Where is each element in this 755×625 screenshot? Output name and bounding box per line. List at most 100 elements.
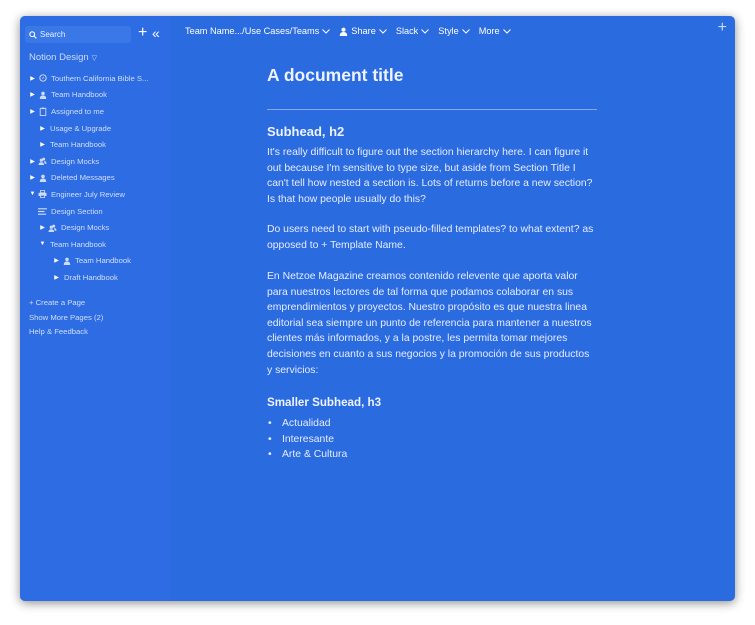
sidebar-item-label: Touthern California Bible S... [51, 73, 149, 83]
expand-toggle-icon[interactable]: ▶ [52, 274, 61, 281]
sidebar-item[interactable]: ▶ Team Handbook [20, 253, 170, 270]
share-label: Share [351, 26, 376, 36]
sidebar-item[interactable]: ▼ Engineer July Review [20, 186, 170, 203]
more-label: More [478, 26, 500, 36]
app-window: Search + « Notion Design ▽ ▶ Touthern Cal… [20, 16, 735, 601]
divider [267, 109, 597, 110]
sidebar-item[interactable]: ▶ Usage & Upgrade [20, 120, 170, 137]
person-icon [340, 27, 348, 36]
sidebar-item-label: Design Mocks [61, 223, 110, 233]
printer-icon [37, 190, 48, 199]
create-page-link[interactable]: + Create a Page [29, 296, 103, 311]
breadcrumb-label: Team Name.../Use Cases/Teams [185, 26, 320, 36]
list-item[interactable]: • Actualidad [267, 416, 597, 432]
list-item-label: Actualidad [282, 418, 331, 429]
sidebar-item-label: Usage & Upgrade [50, 123, 112, 133]
expand-toggle-icon[interactable]: ▶ [28, 174, 37, 181]
sidebar-item-label: Design Mocks [51, 156, 100, 166]
sidebar-item-label: Team Handbook [51, 90, 107, 100]
bullet-icon: • [268, 449, 272, 461]
style-button[interactable]: Style [438, 26, 470, 36]
document: A document title Subhead, h2 It's really… [267, 58, 597, 460]
person-icon [37, 91, 48, 99]
page-tree: ▶ Touthern California Bible S... ▶ Team … [20, 70, 170, 286]
sidebar-item-label: Engineer July Review [51, 189, 125, 199]
slack-button[interactable]: Slack [395, 26, 430, 36]
workspace-switcher[interactable]: Notion Design ▽ [29, 52, 97, 63]
sidebar-item-label: Draft Handbook [64, 272, 118, 282]
sidebar-item[interactable]: ▼ Team Handbook [20, 236, 170, 253]
chevron-down-icon [322, 28, 331, 34]
expand-toggle-icon[interactable]: ▶ [28, 158, 37, 165]
help-feedback-link[interactable]: Help & Feedback [29, 325, 103, 340]
clipboard-icon [37, 107, 48, 116]
paragraph[interactable]: En Netzoe Magazine creamos contenido rel… [267, 269, 597, 378]
sidebar-item-label: Deleted Messages [51, 173, 115, 183]
expand-toggle-icon[interactable]: ▶ [52, 257, 61, 264]
search-input[interactable]: Search [25, 26, 131, 43]
list-item[interactable]: • Arte & Cultura [267, 447, 597, 463]
subhead-h2[interactable]: Subhead, h2 [267, 124, 344, 139]
compass-icon [37, 74, 48, 82]
list-item-label: Interesante [282, 433, 334, 445]
topbar: Team Name.../Use Cases/Teams Share Slack… [185, 23, 520, 39]
expand-toggle-icon[interactable]: ▶ [38, 224, 47, 231]
show-more-pages-link[interactable]: Show More Pages (2) [29, 311, 103, 326]
workspace-name: Notion Design [29, 52, 89, 63]
collapse-toggle-icon[interactable]: ▼ [38, 241, 47, 247]
sidebar-item[interactable]: ▶ Design Mocks [20, 153, 170, 170]
expand-toggle-icon[interactable]: ▶ [28, 91, 37, 98]
sidebar-item[interactable]: ▶ Team Handbook [20, 136, 170, 153]
chevron-down-icon [378, 28, 387, 34]
bullet-icon: • [268, 433, 272, 445]
sidebar-item[interactable]: ▶ Assigned to me [20, 103, 170, 120]
person-icon [61, 257, 72, 265]
list-item[interactable]: • Interesante [267, 432, 597, 448]
expand-toggle-icon[interactable]: ▶ [38, 125, 47, 132]
subhead-h3[interactable]: Smaller Subhead, h3 [267, 396, 381, 409]
sidebar-item-label: Team Handbook [50, 239, 106, 249]
search-placeholder: Search [40, 30, 66, 39]
main-content: Team Name.../Use Cases/Teams Share Slack… [170, 16, 735, 601]
sidebar-item-label: Team Handbook [50, 140, 106, 150]
search-icon [29, 30, 37, 39]
expand-toggle-icon[interactable]: ▶ [28, 108, 37, 115]
collapse-sidebar-button[interactable]: « [152, 24, 160, 42]
new-page-button[interactable]: + [138, 24, 147, 42]
expand-toggle-icon[interactable]: ▶ [38, 141, 47, 148]
sidebar-links: + Create a Page Show More Pages (2) Help… [29, 296, 103, 340]
chevron-down-icon [502, 28, 511, 34]
share-button[interactable]: Share [339, 26, 387, 36]
chevron-down-icon [421, 28, 430, 34]
collapse-toggle-icon[interactable]: ▼ [28, 191, 37, 197]
add-button[interactable]: + [718, 19, 727, 37]
expand-toggle-icon[interactable]: ▶ [28, 75, 37, 82]
more-button[interactable]: More [479, 26, 511, 36]
chevron-down-icon: ▽ [91, 55, 98, 62]
bullet-list: • Actualidad • Interesante • Arte & Cultura [267, 416, 597, 463]
bullet-icon: • [268, 418, 272, 429]
sidebar-item-label: Assigned to me [51, 106, 104, 116]
sidebar-item[interactable]: ▶ Draft Handbook [20, 269, 170, 286]
sidebar-item[interactable]: ▶ Touthern California Bible S... [20, 70, 170, 87]
sidebar-item[interactable]: Design Section [20, 203, 170, 220]
sidebar-item[interactable]: ▶ Team Handbook [20, 87, 170, 104]
sidebar-item[interactable]: ▶ Design Mocks [20, 219, 170, 236]
sidebar-item[interactable]: ▶ Deleted Messages [20, 170, 170, 187]
sidebar-item-label: Team Handbook [75, 256, 131, 266]
paragraph[interactable]: It's really difficult to figure out the … [267, 145, 597, 207]
chevron-down-icon [461, 28, 470, 34]
style-label: Style [438, 26, 459, 36]
paragraph[interactable]: Do users need to start with pseudo-fille… [267, 222, 597, 253]
page-title[interactable]: A document title [267, 64, 597, 86]
breadcrumb[interactable]: Team Name.../Use Cases/Teams [185, 26, 331, 36]
sidebar-item-label: Design Section [51, 206, 103, 216]
person-icon [37, 174, 48, 182]
people-icon [47, 224, 58, 232]
document-icon [37, 207, 48, 215]
search-row: Search + « [25, 24, 170, 44]
people-icon [37, 157, 48, 166]
list-item-label: Arte & Cultura [282, 449, 348, 461]
sidebar: Search + « Notion Design ▽ ▶ Touthern Cal… [20, 16, 170, 601]
slack-label: Slack [395, 26, 419, 36]
